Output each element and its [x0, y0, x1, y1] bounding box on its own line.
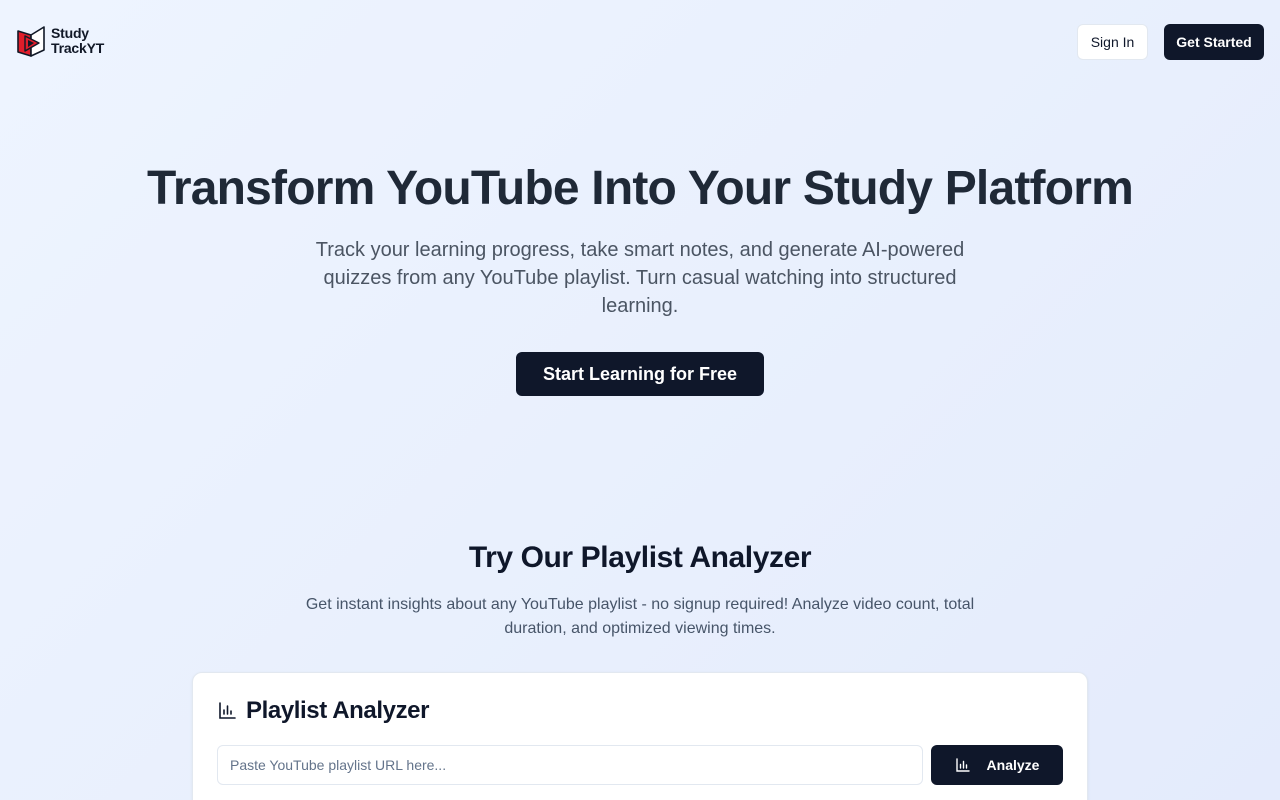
bar-chart-icon: [955, 758, 970, 772]
brand-line-1: Study: [51, 25, 89, 41]
hero-title: Transform YouTube Into Your Study Platfo…: [146, 162, 1134, 215]
card-title: Playlist Analyzer: [246, 697, 430, 724]
playlist-url-input[interactable]: [217, 745, 923, 785]
analyze-button[interactable]: Analyze: [931, 745, 1063, 785]
bar-chart-icon: [219, 702, 236, 719]
brand-line-2: TrackYT: [51, 40, 105, 56]
card-header: Playlist Analyzer: [217, 697, 429, 725]
top-nav: Study TrackYT Sign In Get Started: [0, 0, 1280, 84]
playlist-analyzer-card: Playlist Analyzer Analyze: [192, 672, 1088, 800]
analyzer-section-subtitle: Get instant insights about any YouTube p…: [305, 596, 975, 637]
book-play-icon: [17, 26, 45, 57]
hero-subtitle: Track your learning progress, take smart…: [315, 239, 965, 317]
sign-in-button[interactable]: Sign In: [1077, 24, 1148, 60]
logo[interactable]: Study TrackYT: [16, 24, 104, 58]
get-started-button[interactable]: Get Started: [1164, 24, 1264, 60]
analyze-button-label: Analyze: [986, 757, 1040, 773]
start-learning-button[interactable]: Start Learning for Free: [516, 352, 764, 396]
brand-name: Study TrackYT: [51, 26, 104, 56]
analyzer-section-title: Try Our Playlist Analyzer: [468, 541, 812, 574]
